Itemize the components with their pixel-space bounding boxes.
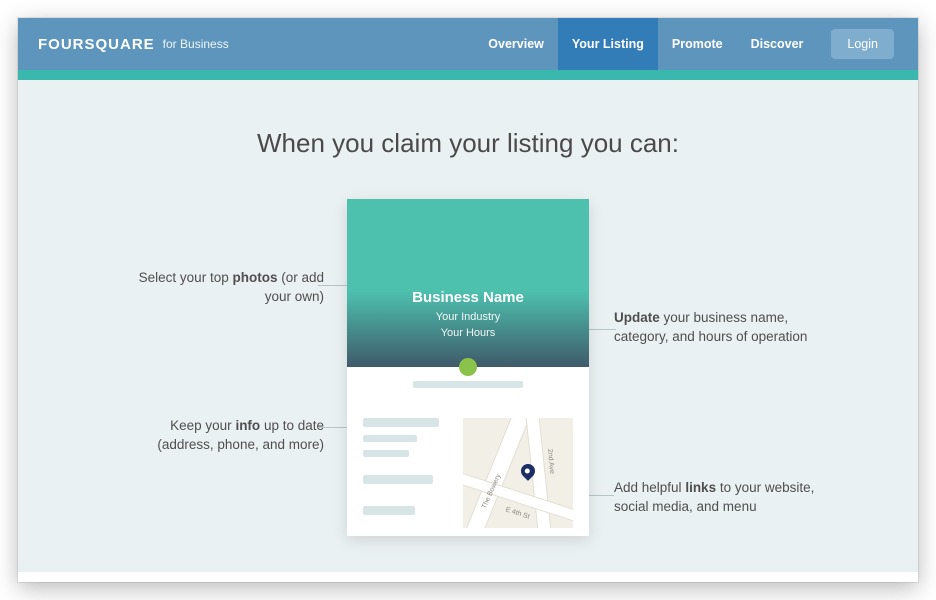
listing-industry: Your Industry	[347, 310, 589, 325]
callout-info-bold: info	[235, 418, 260, 433]
callout-photos-bold: photos	[232, 270, 277, 285]
callout-photos-pre: Select your top	[139, 270, 233, 285]
callout-update: Update your business name, category, and…	[614, 309, 824, 347]
placeholder-bar	[363, 435, 417, 442]
main-content: When you claim your listing you can: Sel…	[18, 80, 918, 582]
placeholder-bar	[363, 450, 409, 457]
callout-links-pre: Add helpful	[614, 480, 685, 495]
footer-strip	[18, 572, 918, 582]
page-headline: When you claim your listing you can:	[18, 128, 918, 159]
callout-photos: Select your top photos (or add your own)	[114, 269, 324, 307]
logo: FOURSQUARE	[38, 36, 155, 53]
info-column	[363, 418, 453, 528]
accent-bar	[18, 70, 918, 80]
map-street-label: E 4th St	[505, 506, 531, 520]
main-nav: Overview Your Listing Promote Discover L…	[474, 18, 894, 70]
nav-overview[interactable]: Overview	[474, 18, 558, 70]
nav-your-listing[interactable]: Your Listing	[558, 18, 658, 70]
listing-hero: Business Name Your Industry Your Hours	[347, 199, 589, 367]
listing-hours: Your Hours	[347, 326, 589, 341]
map-street-label: 2nd Ave	[546, 449, 555, 475]
placeholder-bar	[363, 418, 439, 427]
callout-links-bold: links	[685, 480, 716, 495]
nav-promote[interactable]: Promote	[658, 18, 737, 70]
callout-links: Add helpful links to your website, socia…	[614, 479, 824, 517]
listing-title: Business Name	[347, 289, 589, 306]
placeholder-bar	[413, 381, 523, 388]
login-button[interactable]: Login	[831, 29, 894, 59]
feature-diagram: Select your top photos (or add your own)…	[18, 199, 918, 582]
logo-subtitle: for Business	[163, 37, 229, 51]
status-dot-icon	[459, 358, 477, 376]
nav-discover[interactable]: Discover	[737, 18, 818, 70]
main-header: FOURSQUARE for Business Overview Your Li…	[18, 18, 918, 70]
listing-preview-card: Business Name Your Industry Your Hours	[347, 199, 589, 536]
listing-body: The Bowery 2nd Ave E 4th St	[347, 398, 589, 536]
placeholder-bar	[363, 475, 433, 484]
callout-info: Keep your info up to date (address, phon…	[114, 417, 324, 455]
placeholder-bar	[363, 506, 415, 515]
callout-info-pre: Keep your	[170, 418, 235, 433]
map-preview: The Bowery 2nd Ave E 4th St	[463, 418, 573, 528]
callout-update-bold: Update	[614, 310, 660, 325]
